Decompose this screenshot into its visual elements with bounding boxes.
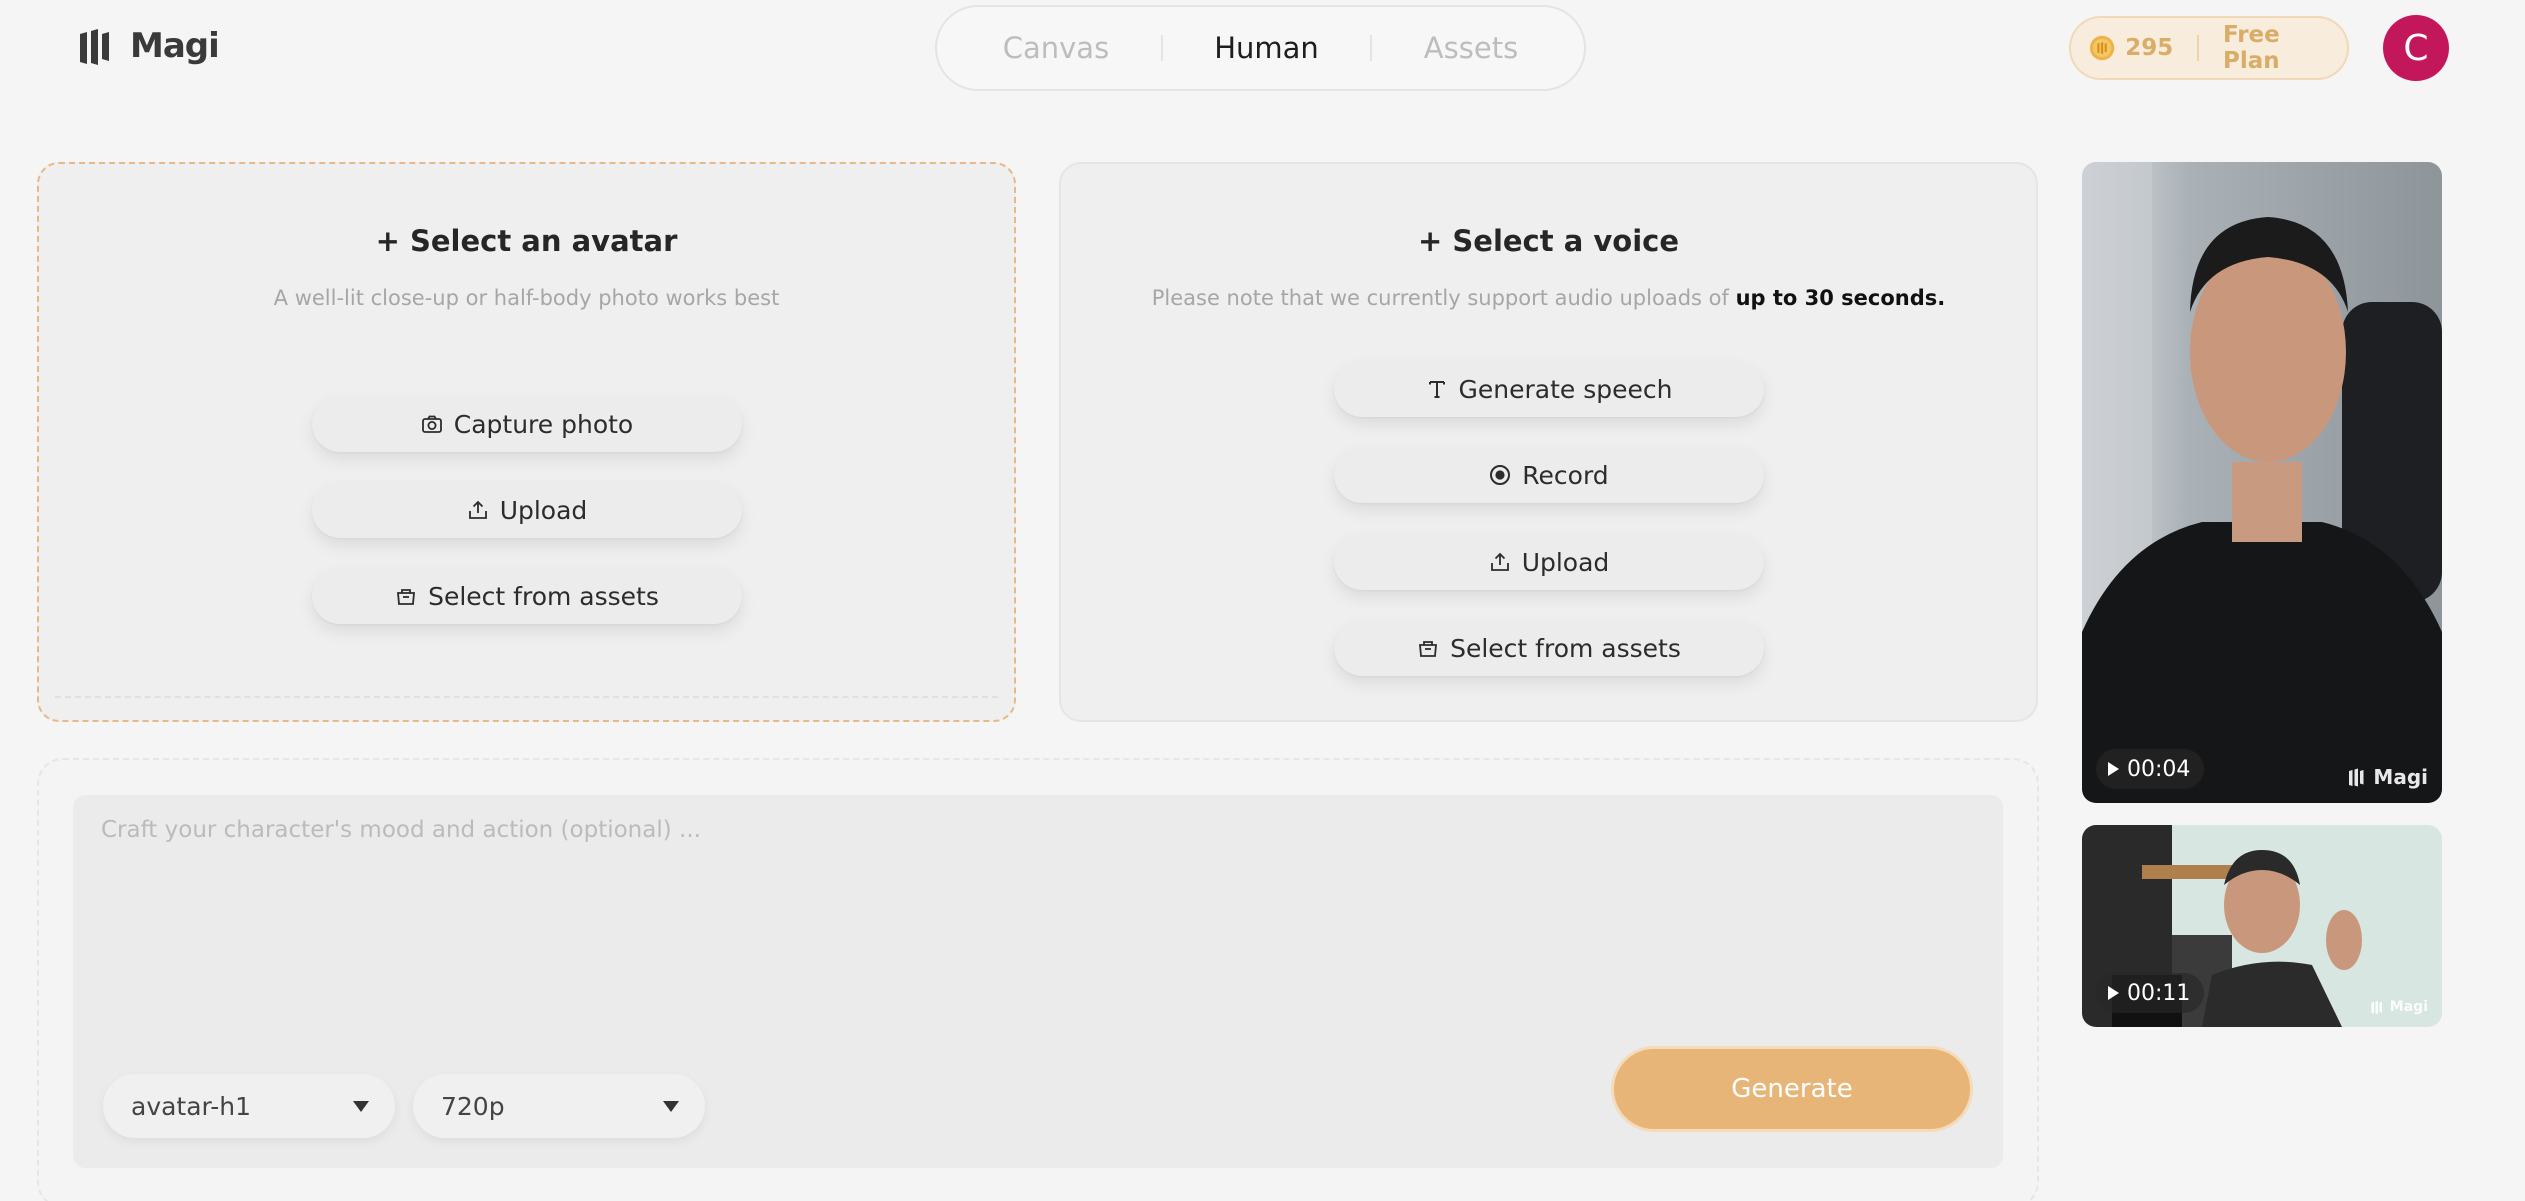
play-icon <box>2108 762 2119 776</box>
nav-divider <box>1370 35 1373 61</box>
upload-icon <box>468 500 487 519</box>
preview-thumbnail <box>2082 162 2442 803</box>
play-icon <box>2108 986 2119 1000</box>
plan-divider <box>2197 35 2199 61</box>
logo-text: Magi <box>130 26 220 66</box>
logo[interactable]: Magi <box>76 24 220 68</box>
watermark-text: Magi <box>2389 999 2428 1015</box>
tab-canvas[interactable]: Canvas <box>1003 31 1109 65</box>
coin-icon <box>2089 35 2115 61</box>
voice-card-hint: Please note that we currently support au… <box>1061 286 2036 310</box>
duration-badge: 00:11 <box>2096 973 2205 1013</box>
card-divider <box>55 696 998 698</box>
generate-speech-button[interactable]: Generate speech <box>1333 361 1764 417</box>
bag-icon <box>1419 641 1438 657</box>
record-button[interactable]: Record <box>1333 447 1764 503</box>
voice-upload-button[interactable]: Upload <box>1333 534 1764 590</box>
avatar-select-assets-button[interactable]: Select from assets <box>311 568 742 624</box>
user-avatar[interactable]: C <box>2383 15 2449 81</box>
plan-label: Free Plan <box>2222 22 2280 74</box>
voice-upload-label: Upload <box>1521 547 1610 577</box>
capture-photo-button[interactable]: Capture photo <box>311 396 742 452</box>
avatar-select-assets-label: Select from assets <box>428 581 659 611</box>
generate-speech-label: Generate speech <box>1458 374 1673 404</box>
preview-video-1[interactable]: 00:04 Magi <box>2082 162 2442 803</box>
magi-logo-icon <box>2371 1000 2382 1014</box>
watermark-text: Magi <box>2373 765 2428 789</box>
avatar-upload-label: Upload <box>499 495 588 525</box>
generate-button[interactable]: Generate <box>1611 1046 1973 1132</box>
magi-logo-icon <box>80 29 109 65</box>
model-select[interactable]: avatar-h1 <box>103 1074 395 1138</box>
record-label: Record <box>1522 460 1609 490</box>
capture-photo-label: Capture photo <box>453 409 634 439</box>
upload-icon <box>1490 552 1509 571</box>
model-select-value: avatar-h1 <box>131 1091 252 1121</box>
avatar-card-hint: A well-lit close-up or half-body photo w… <box>273 286 780 310</box>
chevron-down-icon <box>353 1100 369 1112</box>
bag-icon <box>397 589 416 605</box>
watermark: Magi <box>2370 999 2428 1015</box>
avatar-upload-button[interactable]: Upload <box>311 482 742 538</box>
prompt-textarea[interactable] <box>101 817 1971 1037</box>
voice-selector-card[interactable]: + Select a voice Please note that we cur… <box>1059 162 2038 722</box>
avatar-selector-card[interactable]: + Select an avatar A well-lit close-up o… <box>37 162 1016 722</box>
preview-video-2[interactable]: 00:11 Magi <box>2082 825 2442 1027</box>
credits-count: 295 <box>2125 35 2174 61</box>
duration-text: 00:04 <box>2127 756 2191 782</box>
voice-hint-text: Please note that we currently support au… <box>1151 286 1736 310</box>
nav-divider <box>1160 35 1163 61</box>
chevron-down-icon <box>663 1100 679 1112</box>
top-nav: Canvas Human Assets <box>935 5 1586 91</box>
text-icon <box>1428 381 1445 398</box>
voice-select-assets-label: Select from assets <box>1450 633 1681 663</box>
watermark: Magi <box>2347 765 2428 789</box>
app-page: Magi Canvas Human Assets 295 Free Plan C… <box>0 0 2525 1201</box>
resolution-select[interactable]: 720p <box>413 1074 705 1138</box>
prompt-box: avatar-h1 720p Generate <box>73 795 2003 1168</box>
camera-icon <box>421 415 442 433</box>
voice-hint-limit: up to 30 seconds. <box>1735 286 1946 310</box>
plan-badge[interactable]: 295 Free Plan <box>2069 16 2349 80</box>
magi-logo-icon <box>2349 768 2364 787</box>
tab-assets[interactable]: Assets <box>1424 31 1518 65</box>
duration-badge: 00:04 <box>2096 749 2205 789</box>
resolution-select-value: 720p <box>441 1091 505 1121</box>
record-icon <box>1490 465 1511 485</box>
duration-text: 00:11 <box>2127 980 2191 1006</box>
voice-select-assets-button[interactable]: Select from assets <box>1333 620 1764 676</box>
tab-human[interactable]: Human <box>1214 31 1319 65</box>
voice-card-title: + Select a voice <box>1418 224 1679 258</box>
avatar-card-title: + Select an avatar <box>375 224 678 258</box>
